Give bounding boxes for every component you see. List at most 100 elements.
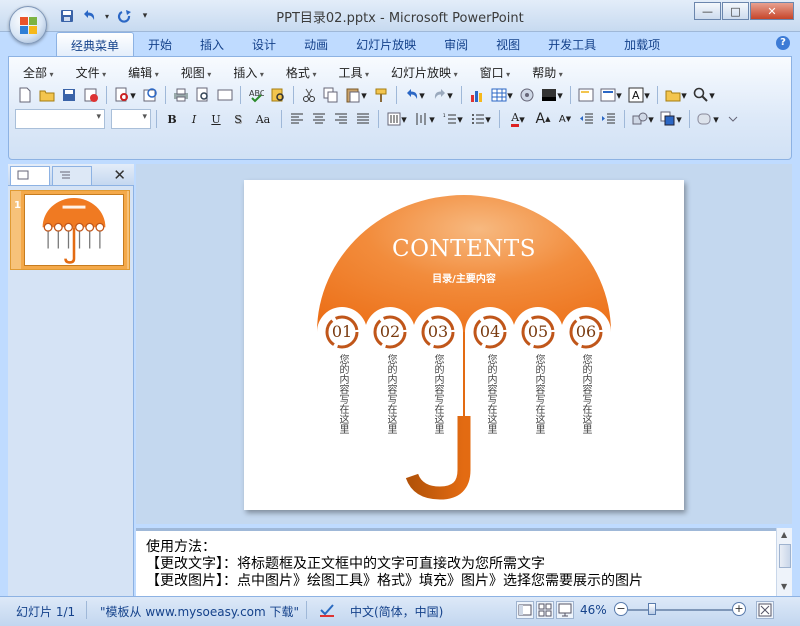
arrange-icon[interactable]: ▾ xyxy=(658,109,684,129)
insert-table-icon[interactable]: ▾ xyxy=(489,85,515,105)
tab-developer[interactable]: 开发工具 xyxy=(534,32,610,56)
publish-icon[interactable] xyxy=(140,85,160,105)
font-color-icon[interactable]: A ▾ xyxy=(505,109,531,129)
underline-button[interactable]: U xyxy=(206,109,226,129)
new-icon[interactable] xyxy=(15,85,35,105)
zoom-slider-thumb[interactable] xyxy=(648,603,656,615)
item-number-3[interactable]: 03 xyxy=(426,322,450,341)
menu-view[interactable]: 视图 xyxy=(167,64,220,80)
maximize-button[interactable]: □ xyxy=(722,2,749,20)
more-options-icon[interactable] xyxy=(723,109,743,129)
tab-slide-show[interactable]: 幻灯片放映 xyxy=(342,32,430,56)
spelling-icon[interactable]: ABC xyxy=(246,85,266,105)
fit-to-window-button[interactable] xyxy=(756,601,774,619)
slides-tab[interactable] xyxy=(10,166,50,185)
tab-review[interactable]: 审阅 xyxy=(430,32,482,56)
print-preview-dropdown-icon[interactable]: ▾ xyxy=(112,85,138,105)
menu-insert[interactable]: 插入 xyxy=(219,64,272,80)
zoom-level[interactable]: 46% xyxy=(580,603,607,617)
numbering-icon[interactable]: 1 ▾ xyxy=(440,109,466,129)
tab-classic-menu[interactable]: 经典菜单 xyxy=(56,32,135,56)
slide-subtitle[interactable]: 目录/主要内容 xyxy=(244,270,684,285)
save-file-icon[interactable] xyxy=(59,85,79,105)
align-text-icon[interactable]: ▾ xyxy=(412,109,438,129)
menu-slide-show[interactable]: 幻灯片放映 xyxy=(377,64,466,80)
item-number-2[interactable]: 02 xyxy=(378,322,402,341)
change-case-button[interactable]: Aa xyxy=(250,109,276,129)
slide-title[interactable]: CONTENTS xyxy=(244,236,684,262)
align-center-icon[interactable] xyxy=(309,109,329,129)
item-number-5[interactable]: 05 xyxy=(526,322,550,341)
scroll-down-icon[interactable]: ▼ xyxy=(781,582,787,591)
tab-animations[interactable]: 动画 xyxy=(290,32,342,56)
insert-chart-icon[interactable] xyxy=(467,85,487,105)
slide-canvas[interactable]: CONTENTS 目录/主要内容 01 02 03 04 05 06 您的内容写… xyxy=(244,180,684,510)
shapes-icon[interactable]: ▾ xyxy=(630,109,656,129)
bullets-icon[interactable]: ▾ xyxy=(468,109,494,129)
scroll-up-icon[interactable]: ▲ xyxy=(781,530,787,539)
slide-show-button[interactable] xyxy=(556,601,574,619)
help-icon[interactable]: ? xyxy=(776,36,790,50)
align-right-icon[interactable] xyxy=(331,109,351,129)
text-box-icon[interactable]: A ▾ xyxy=(626,85,652,105)
notes-pane[interactable]: 使用方法： 【更改文字】：将标题框及正文框中的文字可直接改为您所需文字 【更改图… xyxy=(136,528,776,596)
menu-window[interactable]: 窗口 xyxy=(466,64,519,80)
office-button[interactable] xyxy=(9,6,47,44)
slide-view-icon[interactable] xyxy=(215,85,235,105)
tab-insert[interactable]: 插入 xyxy=(186,32,238,56)
zoom-out-button[interactable]: − xyxy=(614,602,628,616)
shadow-button[interactable]: S xyxy=(228,109,248,129)
item-text-4[interactable]: 您的内容写在这里 xyxy=(484,354,496,434)
decrease-indent-icon[interactable] xyxy=(577,109,597,129)
cut-icon[interactable] xyxy=(299,85,319,105)
open-folder-icon[interactable]: ▾ xyxy=(663,85,689,105)
close-pane-icon[interactable]: ✕ xyxy=(113,166,126,184)
bold-button[interactable]: B xyxy=(162,109,182,129)
print-preview-icon[interactable] xyxy=(193,85,213,105)
outline-tab[interactable] xyxy=(52,166,92,185)
italic-button[interactable]: I xyxy=(184,109,204,129)
tab-design[interactable]: 设计 xyxy=(238,32,290,56)
normal-view-button[interactable] xyxy=(516,601,534,619)
item-text-2[interactable]: 您的内容写在这里 xyxy=(384,354,396,434)
item-text-5[interactable]: 您的内容写在这里 xyxy=(532,354,544,434)
align-left-icon[interactable] xyxy=(287,109,307,129)
paste-dropdown-icon[interactable]: ▾ xyxy=(343,85,369,105)
grow-font-icon[interactable]: A ▲ xyxy=(533,109,553,129)
zoom-slider-track[interactable] xyxy=(628,609,734,611)
menu-all[interactable]: 全部 xyxy=(15,64,62,80)
justify-icon[interactable] xyxy=(353,109,373,129)
language-indicator[interactable]: 中文(简体，中国) xyxy=(350,603,443,620)
tab-home[interactable]: 开始 xyxy=(134,32,186,56)
find-icon[interactable]: ▾ xyxy=(691,85,717,105)
redo-toolbar-icon[interactable]: ▾ xyxy=(430,85,456,105)
zoom-in-button[interactable]: + xyxy=(732,602,746,616)
color-grayscale-icon[interactable]: ▾ xyxy=(539,85,565,105)
menu-edit[interactable]: 编辑 xyxy=(114,64,167,80)
item-text-6[interactable]: 您的内容写在这里 xyxy=(579,354,591,434)
slide-layout-icon[interactable]: ▾ xyxy=(598,85,624,105)
menu-help[interactable]: 帮助 xyxy=(518,64,571,80)
close-button[interactable]: ✕ xyxy=(750,2,794,20)
menu-format[interactable]: 格式 xyxy=(272,64,325,80)
shape-fill-icon[interactable]: ▾ xyxy=(695,109,721,129)
tab-view[interactable]: 视图 xyxy=(482,32,534,56)
text-direction-icon[interactable]: ▾ xyxy=(384,109,410,129)
spelling-check-icon[interactable] xyxy=(318,601,336,622)
font-name-combo[interactable] xyxy=(15,109,105,129)
permission-icon[interactable] xyxy=(81,85,101,105)
copy-icon[interactable] xyxy=(321,85,341,105)
menu-file[interactable]: 文件 xyxy=(62,64,115,80)
scroll-thumb[interactable] xyxy=(779,544,791,568)
increase-indent-icon[interactable] xyxy=(599,109,619,129)
new-slide-icon[interactable] xyxy=(576,85,596,105)
item-text-1[interactable]: 您的内容写在这里 xyxy=(336,354,348,434)
open-icon[interactable] xyxy=(37,85,57,105)
research-icon[interactable] xyxy=(268,85,288,105)
undo-toolbar-icon[interactable]: ▾ xyxy=(402,85,428,105)
format-painter-icon[interactable] xyxy=(371,85,391,105)
item-number-4[interactable]: 04 xyxy=(478,322,502,341)
insert-clipart-icon[interactable] xyxy=(517,85,537,105)
font-size-combo[interactable] xyxy=(111,109,151,129)
notes-scrollbar[interactable]: ▲ ▼ xyxy=(776,528,792,596)
